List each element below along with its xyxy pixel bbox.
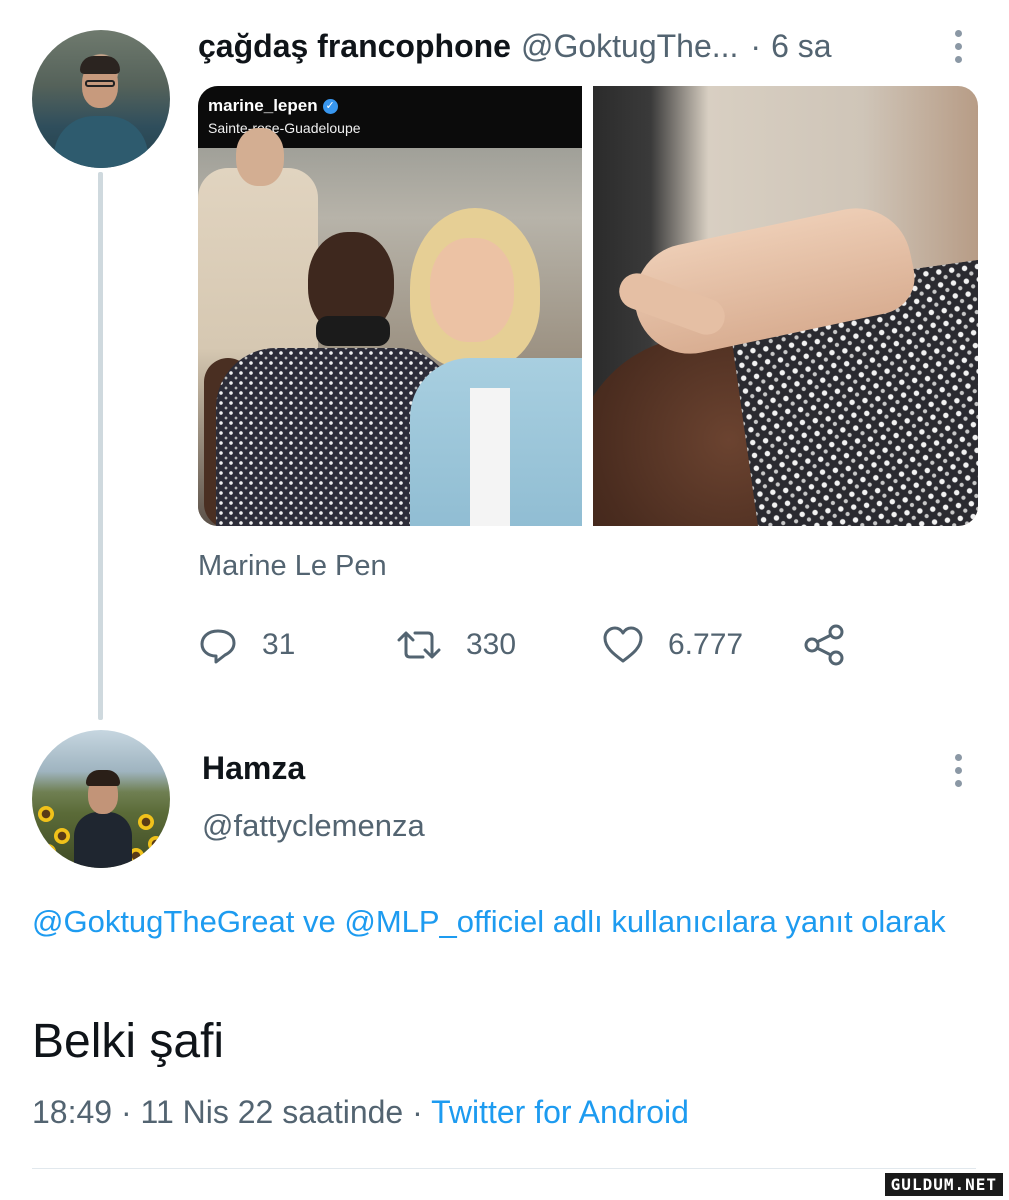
avatar-person-hair [86, 770, 120, 786]
reply-button[interactable]: 31 [198, 622, 295, 668]
replying-to-suffix: adlı kullanıcılara yanıt olarak [544, 904, 946, 939]
tweet-metadata: 18:49 · 11 Nis 22 saatinde · Twitter for… [32, 1094, 689, 1131]
photo-scene [198, 128, 582, 526]
tweet-thread-page: çağdaş francophone @GoktugThe... · 6 sa … [0, 0, 1009, 1200]
retweet-icon [397, 631, 441, 659]
sunflower-decoration [40, 844, 56, 860]
retweet-button[interactable]: 330 [396, 622, 516, 668]
avatar-hair [80, 56, 120, 74]
avatar-person-body [74, 812, 132, 868]
media-image-left[interactable]: marine_lepen ✓ Sainte-rose-Guadeloupe [198, 86, 582, 526]
sunflower-decoration [38, 806, 54, 822]
like-button[interactable]: 6.777 [602, 622, 743, 668]
avatar-shirt [54, 116, 148, 168]
like-icon [603, 626, 643, 663]
mention-link-goktug[interactable]: @GoktugTheGreat [32, 904, 294, 939]
avatar-cagdas[interactable] [32, 30, 170, 168]
instagram-username: marine_lepen ✓ [208, 96, 338, 116]
reply-tweet-text: Belki şafi [32, 1015, 225, 1068]
sunflower-decoration [148, 836, 164, 852]
user-handle[interactable]: @GoktugThe... [521, 28, 738, 65]
person-right-shirt [470, 388, 510, 526]
avatar-hamza[interactable] [32, 730, 170, 868]
meta-separator: · [403, 1094, 432, 1130]
share-icon [804, 624, 844, 666]
replying-to-line: @GoktugTheGreat ve @MLP_officiel adlı ku… [32, 896, 962, 948]
person-left-mask [316, 316, 390, 346]
media-caption: Marine Le Pen [198, 550, 387, 582]
original-tweet-header: çağdaş francophone @GoktugThe... · 6 sa [198, 24, 832, 68]
tweet-timestamp[interactable]: 18:49 [32, 1094, 112, 1130]
reply-user-handle[interactable]: @fattyclemenza [202, 808, 425, 844]
media-image-right[interactable] [593, 86, 978, 526]
background-person-head [236, 128, 284, 186]
tweet-time[interactable]: 6 sa [771, 28, 831, 65]
tweet-actions-bar: 31 330 6.777 [198, 622, 858, 668]
share-button[interactable] [802, 622, 846, 668]
more-options-icon[interactable] [953, 30, 963, 63]
sunflower-decoration [138, 814, 154, 830]
separator-dot: · [750, 27, 762, 64]
divider [32, 1168, 976, 1169]
tweet-date[interactable]: 11 Nis 22 saatinde [141, 1094, 404, 1130]
like-count: 6.777 [668, 628, 744, 661]
meta-separator: · [112, 1094, 141, 1130]
instagram-username-text: marine_lepen [208, 96, 318, 115]
tweet-source-link[interactable]: Twitter for Android [431, 1094, 689, 1130]
avatar-glasses [85, 80, 115, 87]
display-name[interactable]: çağdaş francophone [198, 28, 511, 65]
more-options-icon[interactable] [953, 754, 963, 787]
instagram-location: Sainte-rose-Guadeloupe [208, 120, 361, 136]
reply-icon [200, 629, 236, 664]
reply-display-name[interactable]: Hamza [202, 750, 305, 787]
verified-icon: ✓ [322, 98, 338, 114]
watermark-logo: GULDUM.NET [884, 1173, 1003, 1196]
thread-connector-line [98, 172, 103, 720]
sunflower-decoration [54, 828, 70, 844]
retweet-count: 330 [466, 628, 517, 661]
reply-count: 31 [262, 628, 296, 661]
replying-to-connector: ve [294, 904, 345, 939]
mention-link-mlp[interactable]: @MLP_officiel [344, 904, 544, 939]
person-right-face [430, 238, 514, 342]
